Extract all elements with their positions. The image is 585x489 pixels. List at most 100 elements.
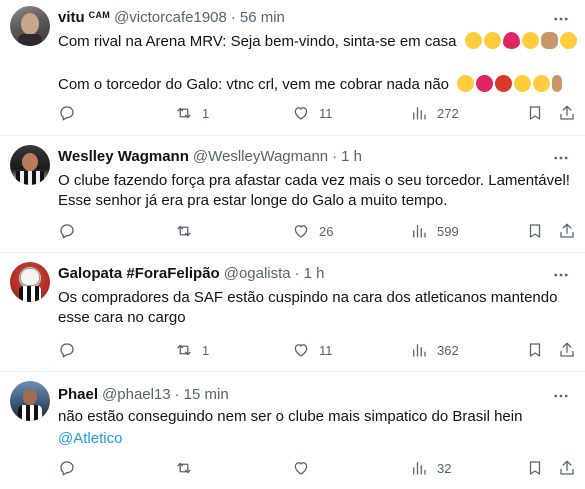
like-button[interactable]: 11 [292,103,333,123]
bookmark-button[interactable] [526,340,544,360]
tweet-header: Weslley Wagmann @WeslleyWagmann · 1 h [58,147,362,167]
view-count: 32 [437,460,452,476]
avatar[interactable] [10,145,50,185]
view-count: 599 [437,223,459,239]
share-icon [560,105,574,120]
like-button[interactable]: 11 [292,340,333,360]
timestamp[interactable]: 1 h [304,264,325,284]
heart-eyes-icon [521,32,539,49]
reply-button[interactable] [58,221,85,241]
repost-button[interactable]: 1 [175,103,209,123]
emoji-group [461,32,579,50]
like-count: 11 [319,342,333,358]
tweet[interactable]: Phael @phael13 · 15 min não estão conseg… [0,373,585,489]
cursing-face-icon [495,75,513,92]
tweet-text: Os compradores da SAF estão cuspindo na … [58,288,573,328]
repost-button[interactable] [175,221,202,241]
display-name[interactable]: Phael [58,385,98,405]
eye-roll-icon [514,75,532,92]
bookmark-icon [529,343,541,357]
repost-count: 1 [202,105,210,121]
reply-button[interactable] [58,103,85,123]
share-icon [560,342,574,357]
views-button[interactable]: 599 [410,221,459,241]
reply-icon [60,343,74,358]
tweet-header: vitu CAM @victorcafe1908 · 56 min [58,8,285,28]
text-line [58,52,573,72]
avatar[interactable] [10,381,50,421]
mention-link[interactable]: @Atletico [58,429,122,449]
avatar[interactable] [10,262,50,302]
like-button[interactable]: 26 [292,221,333,241]
tweet-actions: 1 11 362 [58,340,585,360]
tweet-actions: 26 599 [58,221,585,241]
tweet-actions: 32 [58,458,585,478]
middle-finger-icon [552,75,563,92]
tweet-text: O clube fazendo força pra afastar cada v… [58,171,573,211]
repost-button[interactable] [175,458,202,478]
reply-icon [60,224,74,239]
timestamp[interactable]: 56 min [240,8,285,28]
text-line: não estão conseguindo nem ser o clube ma… [58,408,523,425]
tweet[interactable]: Weslley Wagmann @WeslleyWagmann · 1 h O … [0,137,585,253]
user-handle[interactable]: @ogalista [224,264,291,284]
heart-icon [294,462,308,475]
share-button[interactable] [558,221,576,241]
repost-icon [177,344,191,356]
display-name[interactable]: Galopata #ForaFelipão [58,264,220,284]
views-button[interactable]: 32 [410,458,451,478]
views-button[interactable]: 272 [410,103,459,123]
text-line: Com rival na Arena MRV: Seja bem-vindo, … [58,32,577,52]
views-button[interactable]: 362 [410,340,459,360]
like-count: 11 [319,105,333,121]
bookmark-button[interactable] [526,103,544,123]
bookmark-icon [529,106,541,120]
separator: · [230,9,236,26]
star-struck-icon [483,32,501,49]
reply-button[interactable] [58,340,85,360]
display-name[interactable]: vitu [58,8,85,28]
like-count: 26 [319,223,334,239]
views-chart-icon [413,225,426,238]
heart-icon [294,225,308,238]
tweet[interactable]: Galopata #ForaFelipão @ogalista · 1 h Os… [0,254,585,372]
timestamp[interactable]: 1 h [341,147,362,167]
heart-icon [294,344,308,357]
share-button[interactable] [558,103,576,123]
user-handle[interactable]: @WeslleyWagmann [193,147,328,167]
user-handle[interactable]: @phael13 [102,385,171,405]
text-line: Os compradores da SAF estão cuspindo na … [58,289,558,306]
share-button[interactable] [558,340,576,360]
more-options-icon[interactable] [551,265,571,285]
reply-button[interactable] [58,458,85,478]
steam-nose-icon [457,75,475,92]
repost-button[interactable]: 1 [175,340,209,360]
tweet-header: Phael @phael13 · 15 min [58,385,229,405]
red-heart-icon [502,32,520,49]
views-chart-icon [413,344,426,357]
separator: · [332,148,338,165]
more-options-icon[interactable] [551,9,571,29]
avatar[interactable] [10,6,50,46]
views-chart-icon [413,462,426,475]
bookmark-button[interactable] [526,458,544,478]
share-button[interactable] [558,458,576,478]
text-line: Esse senhor já era pra estar longe do Ga… [58,192,448,209]
bookmark-icon [529,461,541,475]
view-count: 272 [437,105,459,121]
user-handle[interactable]: @victorcafe1908 [114,8,227,28]
more-options-icon[interactable] [551,148,571,168]
tweet-text: não estão conseguindo nem ser o clube ma… [58,407,573,449]
tweet[interactable]: vitu CAM @victorcafe1908 · 56 min Com ri… [0,0,585,136]
bookmark-button[interactable] [526,221,544,241]
display-name[interactable]: Weslley Wagmann [58,147,189,167]
emoji-group [453,75,564,93]
view-count: 362 [437,342,459,358]
heart-icon [294,107,308,120]
like-button[interactable] [292,458,319,478]
more-options-icon[interactable] [551,386,571,406]
pouting-face-icon [476,75,494,92]
text-line: O clube fazendo força pra afastar cada v… [58,172,570,189]
timestamp[interactable]: 15 min [184,385,229,405]
smiling-face-with-hearts-icon [464,32,482,49]
